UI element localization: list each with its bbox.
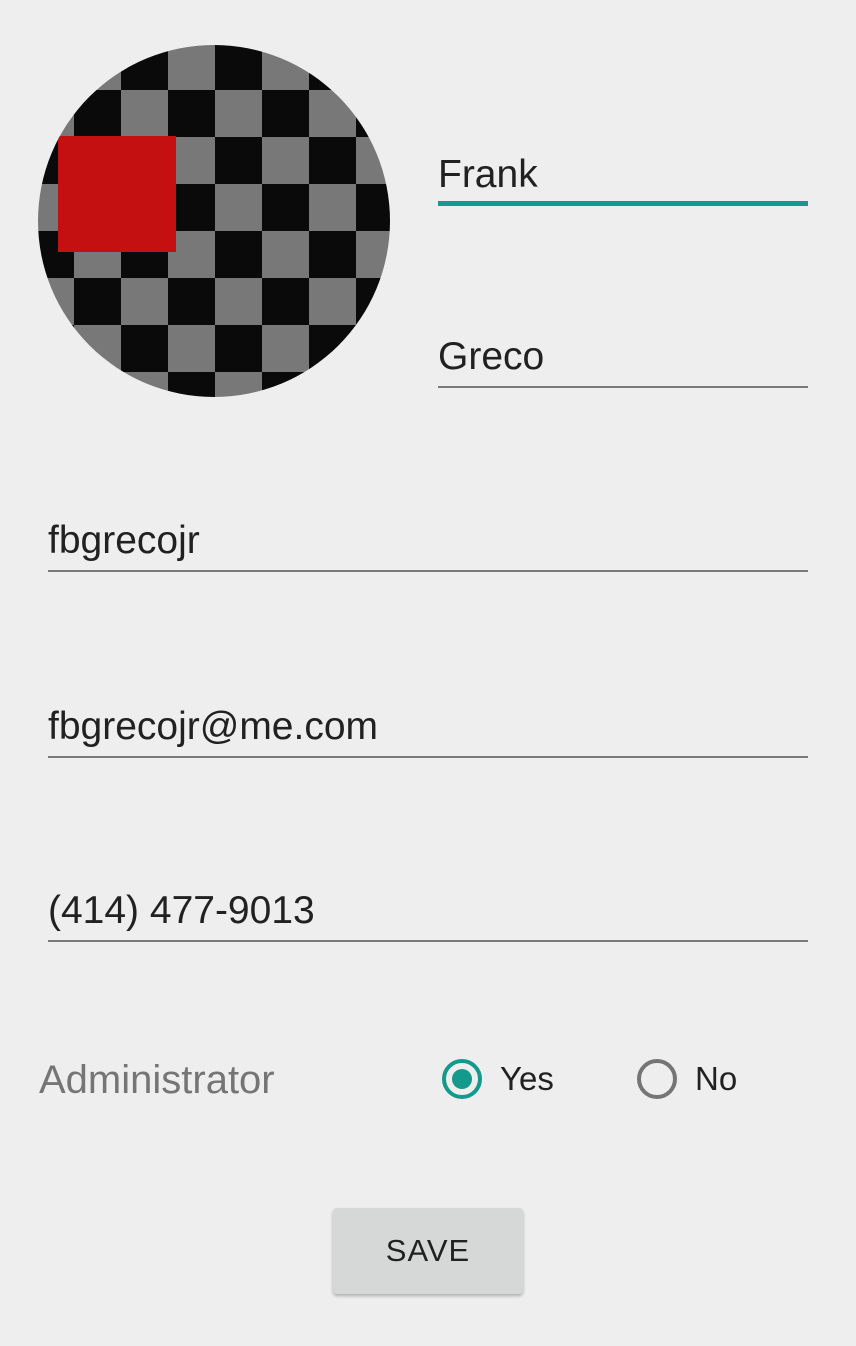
admin-yes-label: Yes [500,1060,554,1097]
first-name-input[interactable] [438,152,808,198]
admin-yes-radio[interactable]: Yes [442,1054,554,1104]
avatar-red-square [58,136,176,252]
profile-avatar[interactable] [38,45,390,397]
save-button[interactable]: SAVE [333,1208,523,1294]
radio-unchecked-icon[interactable] [637,1059,677,1099]
radio-checked-icon[interactable] [442,1059,482,1099]
username-input[interactable] [48,518,808,564]
email-field[interactable] [48,704,808,758]
administrator-label: Administrator [39,1058,275,1102]
email-input[interactable] [48,704,808,750]
admin-no-label: No [695,1060,738,1097]
phone-input[interactable] [48,888,808,934]
first-name-field[interactable] [438,152,808,206]
last-name-input[interactable] [438,334,808,380]
username-field[interactable] [48,518,808,572]
last-name-field[interactable] [438,334,808,388]
admin-no-radio[interactable]: No [637,1054,737,1104]
phone-field[interactable] [48,888,808,942]
